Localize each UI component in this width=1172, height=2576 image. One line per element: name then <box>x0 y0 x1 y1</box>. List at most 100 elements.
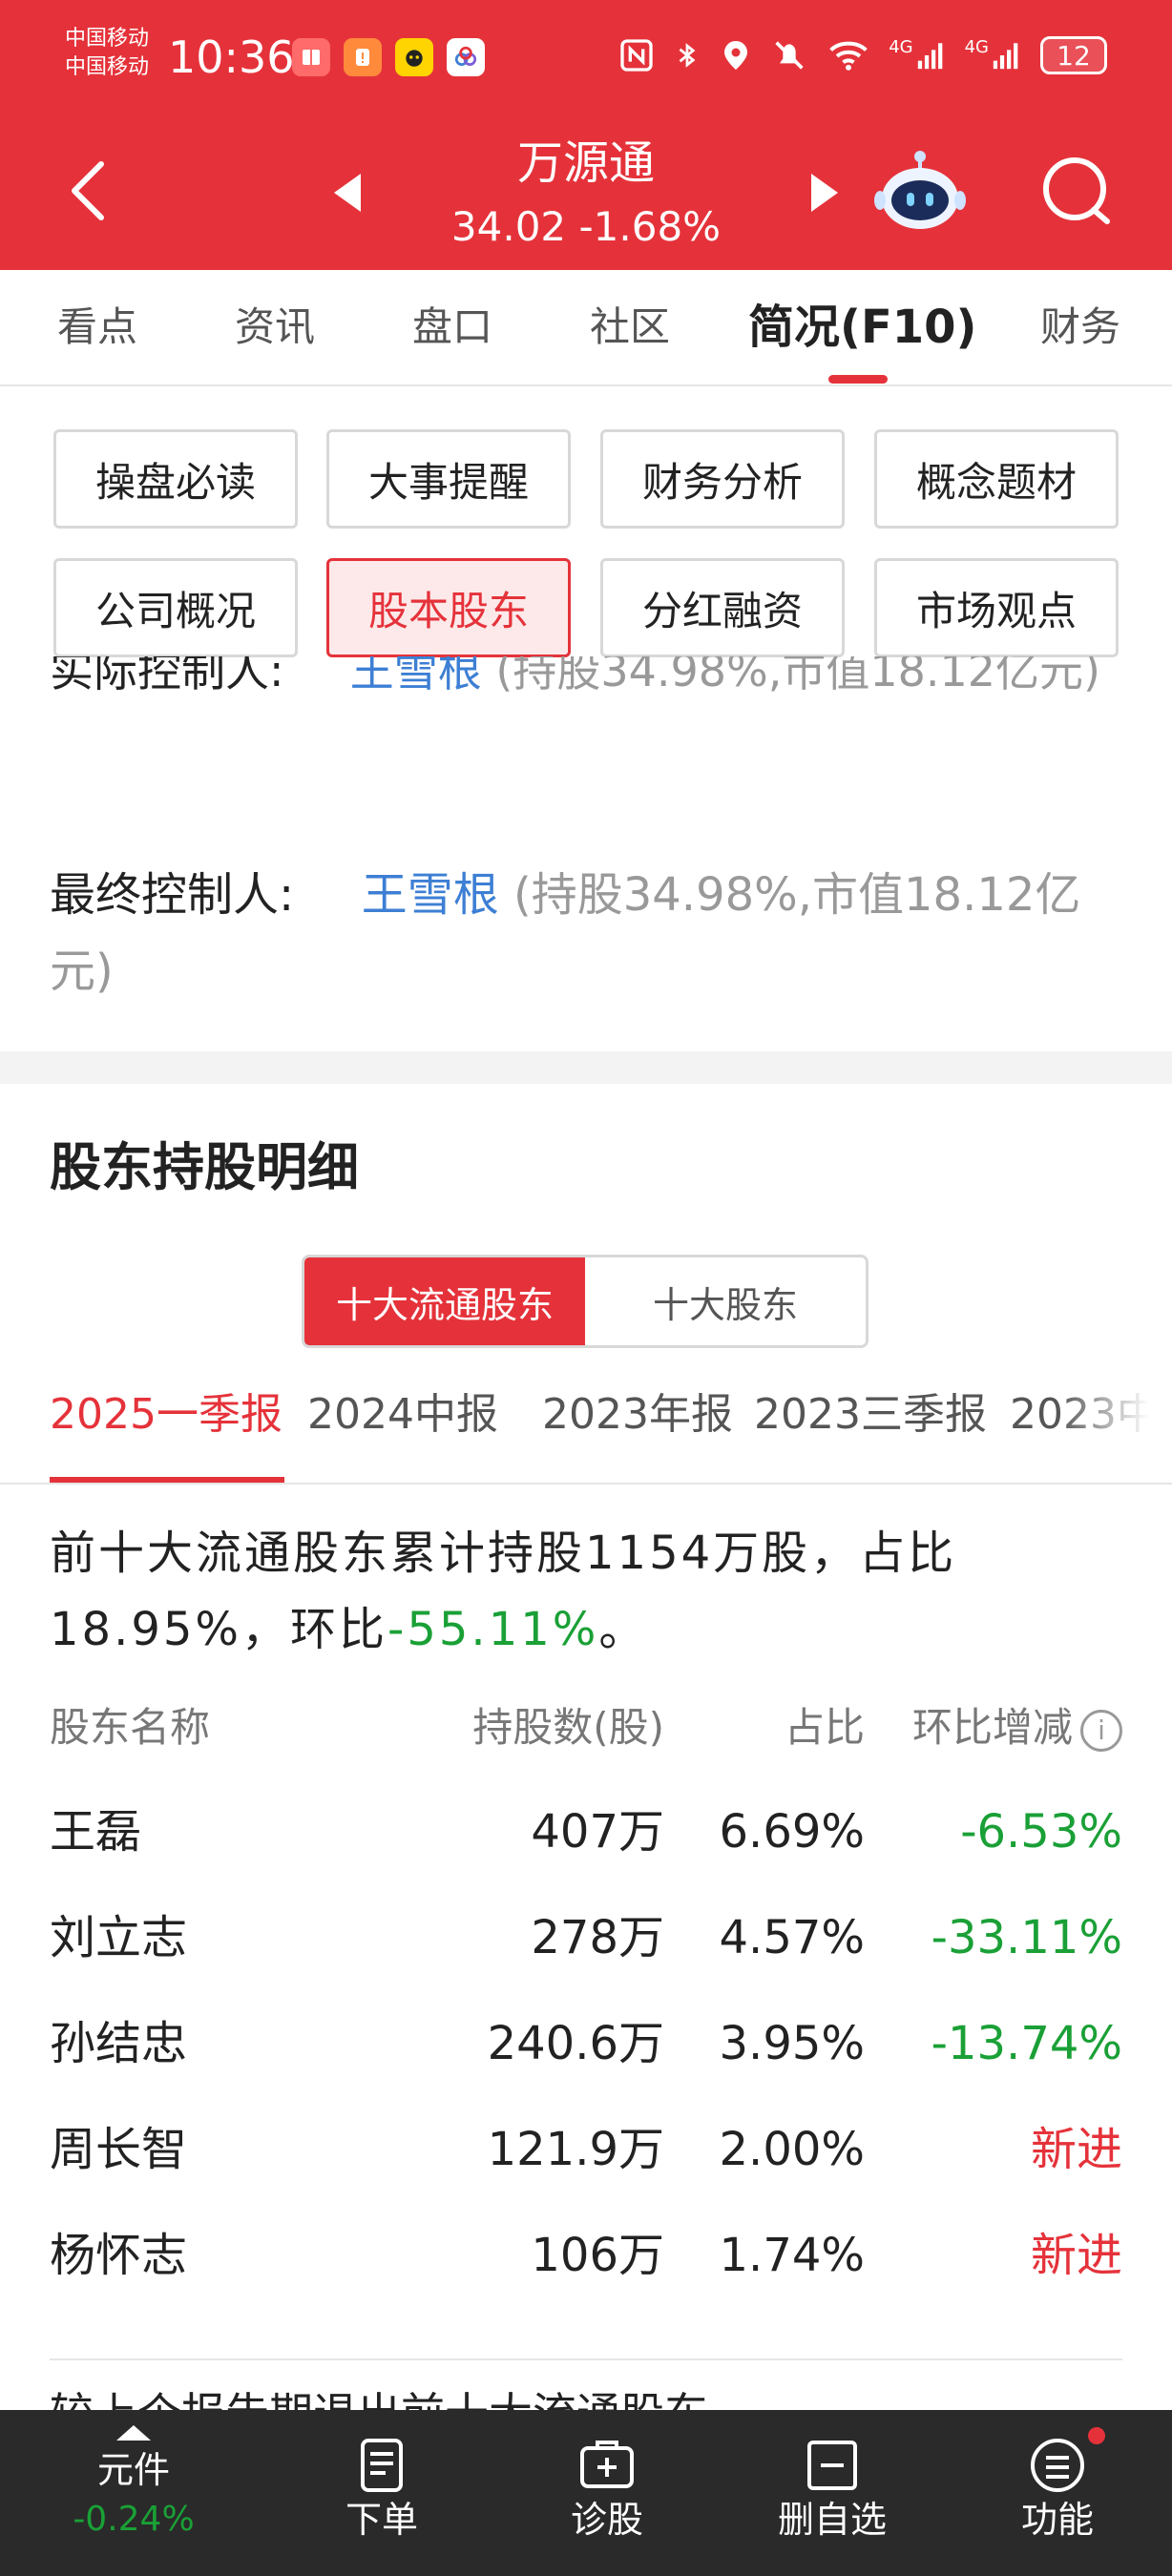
actual-controller-detail: (持股34.98%,市值18.12亿元) <box>495 656 1100 696</box>
network-type-1: 4G <box>889 37 913 57</box>
diagnose-icon <box>580 2441 634 2488</box>
system-icons: 4G 4G 12 <box>617 34 1107 76</box>
sector-change: -0.24% <box>73 2500 195 2539</box>
btn-financial-analysis[interactable]: 财务分析 <box>600 429 845 529</box>
table-divider <box>50 2358 1122 2360</box>
period-tab[interactable]: 2023年报 <box>542 1383 733 1446</box>
diagnose-button[interactable]: 诊股 <box>531 2410 683 2576</box>
btn-equity-shareholders[interactable]: 股本股东 <box>326 558 571 657</box>
cellular-2-icon: 4G <box>965 39 1023 72</box>
actual-controller-row: 实际控制人: 王雪根 (持股34.98%,市值18.12亿元) <box>50 656 1128 708</box>
back-button[interactable] <box>59 153 113 229</box>
search-button[interactable] <box>1038 153 1115 229</box>
btn-dividends-financing[interactable]: 分红融资 <box>600 558 845 657</box>
final-controller-row: 最终控制人: 王雪根 (持股34.98%,市值18.12亿元) <box>50 857 1128 1009</box>
holder-ratio: 2.00% <box>719 2123 865 2176</box>
tab-finance[interactable]: 财务 <box>1040 299 1120 356</box>
active-tab-indicator <box>828 375 888 384</box>
actual-controller-name[interactable]: 王雪根 <box>350 656 482 696</box>
clock: 10:36 <box>168 31 295 83</box>
function-menu-button[interactable]: 功能 <box>981 2410 1134 2576</box>
function-label: 功能 <box>1020 2499 1094 2541</box>
previous-stock-button[interactable] <box>334 174 361 212</box>
table-row[interactable]: 孙结忠 240.6万 3.95% -13.74% <box>50 1996 1122 2091</box>
alert-app-icon <box>344 38 382 76</box>
table-row[interactable]: 周长智 121.9万 2.00% 新进 <box>50 2102 1122 2197</box>
holder-shares: 407万 <box>531 1805 664 1859</box>
carrier-2: 中国移动 <box>65 55 150 79</box>
col-change: 环比增减 i <box>912 1696 1122 1759</box>
remove-watchlist-icon <box>807 2441 857 2490</box>
report-period-tabs: 2025一季报 2024中报 2023年报 2023三季报 2023中报 <box>0 1364 1172 1485</box>
table-row[interactable]: 刘立志 278万 4.57% -33.11% <box>50 1890 1122 1985</box>
order-icon <box>361 2439 403 2492</box>
remove-watchlist-label: 删自选 <box>777 2499 887 2541</box>
robot-assistant-icon[interactable] <box>874 145 966 237</box>
network-type-2: 4G <box>964 37 989 57</box>
holder-shares: 106万 <box>531 2229 664 2282</box>
actual-controller-clip: 实际控制人: 王雪根 (持股34.98%,市值18.12亿元) <box>0 656 1172 819</box>
tab-community[interactable]: 社区 <box>590 299 670 356</box>
location-icon <box>724 41 748 70</box>
period-tab[interactable]: 2024中报 <box>307 1383 498 1446</box>
table-row[interactable]: 杨怀志 106万 1.74% 新进 <box>50 2208 1122 2303</box>
carrier-1: 中国移动 <box>65 27 150 51</box>
notification-dot <box>1088 2427 1105 2444</box>
segment-top10-holders[interactable]: 十大股东 <box>585 1257 866 1345</box>
tab-order-book[interactable]: 盘口 <box>412 299 492 356</box>
period-tab[interactable]: 2023三季报 <box>754 1383 987 1446</box>
sector-switch-button[interactable]: 元件 -0.24% <box>57 2410 210 2576</box>
diagnose-label: 诊股 <box>570 2499 643 2541</box>
battery-icon: 12 <box>1040 36 1107 74</box>
stock-name: 万源通 <box>516 136 655 190</box>
holder-name: 刘立志 <box>50 1911 188 1964</box>
holder-shares: 278万 <box>531 1911 664 1964</box>
holder-name: 杨怀志 <box>50 2229 188 2282</box>
bottom-action-bar: 元件 -0.24% 下单 诊股 删自选 功能 <box>0 2410 1172 2576</box>
final-controller-name[interactable]: 王雪根 <box>362 868 499 922</box>
tab-f10-profile[interactable]: 简况(F10) <box>748 299 976 356</box>
nfc-icon <box>620 39 653 72</box>
sector-label: 元件 <box>96 2449 170 2491</box>
search-icon <box>1043 157 1110 224</box>
tab-news[interactable]: 资讯 <box>235 299 315 356</box>
holdings-section-title: 股东持股明细 <box>50 1137 359 1197</box>
holder-shares: 240.6万 <box>487 2017 664 2070</box>
holder-ratio: 1.74% <box>719 2229 865 2282</box>
cellular-1-icon: 4G <box>889 39 947 72</box>
col-holder-name: 股东名称 <box>50 1704 211 1751</box>
btn-major-events[interactable]: 大事提醒 <box>326 429 571 529</box>
segment-top10-float[interactable]: 十大流通股东 <box>304 1257 585 1345</box>
btn-company-overview[interactable]: 公司概况 <box>53 558 298 657</box>
period-tabs-fade <box>1057 1364 1172 1483</box>
section-divider <box>0 1051 1172 1084</box>
holder-name: 王磊 <box>50 1805 142 1859</box>
period-tab[interactable]: 2025一季报 <box>50 1383 283 1446</box>
btn-trading-must-read[interactable]: 操盘必读 <box>53 429 298 529</box>
holder-ratio: 3.95% <box>719 2017 865 2070</box>
summary-suffix: 。 <box>598 1603 648 1656</box>
holder-ratio: 6.69% <box>719 1805 865 1859</box>
status-bar: 中国移动 中国移动 10:36 4G 4G 12 <box>0 0 1172 114</box>
main-tabs: 看点 资讯 盘口 社区 简况(F10) 财务 <box>0 270 1172 386</box>
btn-market-views[interactable]: 市场观点 <box>874 558 1119 657</box>
col-ratio: 占比 <box>784 1704 865 1751</box>
order-button[interactable]: 下单 <box>305 2410 458 2576</box>
next-stock-button[interactable] <box>811 174 838 212</box>
btn-concept-themes[interactable]: 概念题材 <box>874 429 1119 529</box>
final-controller-label: 最终控制人: <box>50 868 295 922</box>
holdings-table-header: 股东名称 持股数(股) 占比 环比增减 i <box>50 1696 1122 1759</box>
info-icon[interactable]: i <box>1080 1709 1122 1752</box>
game-app-icon <box>395 38 433 76</box>
table-row[interactable]: 王磊 407万 6.69% -6.53% <box>50 1784 1122 1880</box>
holder-change: -13.74% <box>931 2017 1122 2070</box>
holder-change: 新进 <box>1030 2123 1122 2176</box>
header: 中国移动 中国移动 10:36 4G 4G 12 万源通 34.02 -1.68… <box>0 0 1172 270</box>
notification-icons <box>292 38 485 76</box>
remove-watchlist-button[interactable]: 删自选 <box>756 2410 909 2576</box>
holder-shares: 121.9万 <box>487 2123 664 2176</box>
tab-highlights[interactable]: 看点 <box>57 299 137 356</box>
back-arrow-icon <box>72 161 104 220</box>
col-shares: 持股数(股) <box>472 1704 664 1751</box>
carrier-info: 中国移动 中国移动 <box>65 25 149 82</box>
